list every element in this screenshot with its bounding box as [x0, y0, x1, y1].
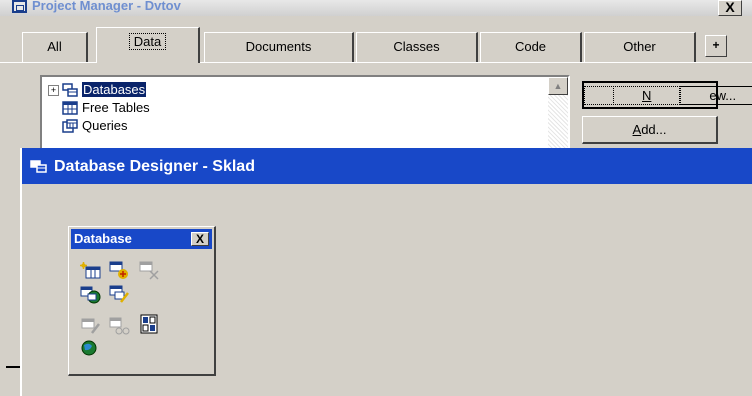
tab-classes[interactable]: Classes [356, 32, 478, 62]
tab-classes-label: Classes [393, 39, 440, 54]
close-button[interactable]: X [718, 0, 742, 16]
project-tree[interactable]: + Databases Free Tables Queries [40, 75, 570, 155]
new-button-label: ew... [680, 86, 752, 105]
add-button-label: dd... [641, 122, 667, 137]
tab-documents[interactable]: Documents [204, 32, 354, 62]
tree-item-free-tables[interactable]: Free Tables [62, 99, 150, 117]
tree-item-databases[interactable]: Databases [62, 81, 147, 99]
tree-item-label: Databases [82, 82, 147, 97]
toolbar-titlebar[interactable]: Database X [71, 229, 212, 249]
table-icon [62, 101, 78, 115]
tab-other[interactable]: Other [584, 32, 696, 62]
window-edge-mark [6, 366, 20, 368]
database-designer-titlebar[interactable]: Database Designer - Sklad [22, 148, 752, 184]
new-remote-view-icon[interactable] [79, 283, 103, 305]
database-icon [62, 83, 78, 97]
toolbar-title: Database [74, 231, 132, 246]
modify-table-icon[interactable] [79, 315, 103, 337]
database-toolbar: Database X [68, 226, 216, 376]
database-designer-title: Database Designer - Sklad [54, 158, 255, 175]
tab-all[interactable]: All [22, 32, 88, 62]
new-button-mnemonic: N [613, 86, 681, 105]
tab-data-label: Data [128, 33, 167, 50]
project-manager-title: Project Manager - Dvtov [32, 0, 181, 13]
tab-code[interactable]: Code [480, 32, 582, 62]
toolbar-close-button[interactable]: X [191, 232, 209, 246]
database-designer-window: Database Designer - Sklad Database X [20, 148, 752, 396]
edit-stored-procedures-icon[interactable] [137, 313, 161, 335]
add-table-icon[interactable] [107, 259, 131, 281]
new-button[interactable]: New... [582, 81, 752, 109]
tab-all-label: All [47, 39, 62, 54]
project-manager-icon [12, 0, 27, 13]
project-manager-titlebar[interactable]: Project Manager - Dvtov [0, 0, 752, 16]
tab-code-label: Code [514, 39, 547, 54]
browse-table-icon[interactable] [107, 315, 131, 337]
add-button[interactable]: Add... [582, 116, 718, 144]
tab-data[interactable]: Data [96, 27, 200, 63]
tree-scrollbar[interactable]: ▲ [548, 77, 568, 153]
new-local-view-icon[interactable] [107, 283, 131, 305]
expand-button[interactable]: + [705, 35, 727, 57]
tab-other-label: Other [623, 39, 656, 54]
tree-item-queries[interactable]: Queries [62, 117, 128, 135]
query-icon [62, 119, 78, 133]
connections-icon[interactable] [79, 337, 103, 359]
tree-item-label: Free Tables [82, 100, 150, 115]
expand-icon[interactable]: + [48, 85, 59, 96]
add-button-mnemonic: A [632, 122, 642, 137]
remove-table-icon[interactable] [137, 259, 161, 281]
database-icon [30, 160, 47, 173]
tree-item-label: Queries [82, 118, 128, 133]
scroll-up-icon[interactable]: ▲ [548, 77, 568, 95]
tab-documents-label: Documents [245, 39, 312, 54]
new-table-icon[interactable] [79, 261, 103, 283]
